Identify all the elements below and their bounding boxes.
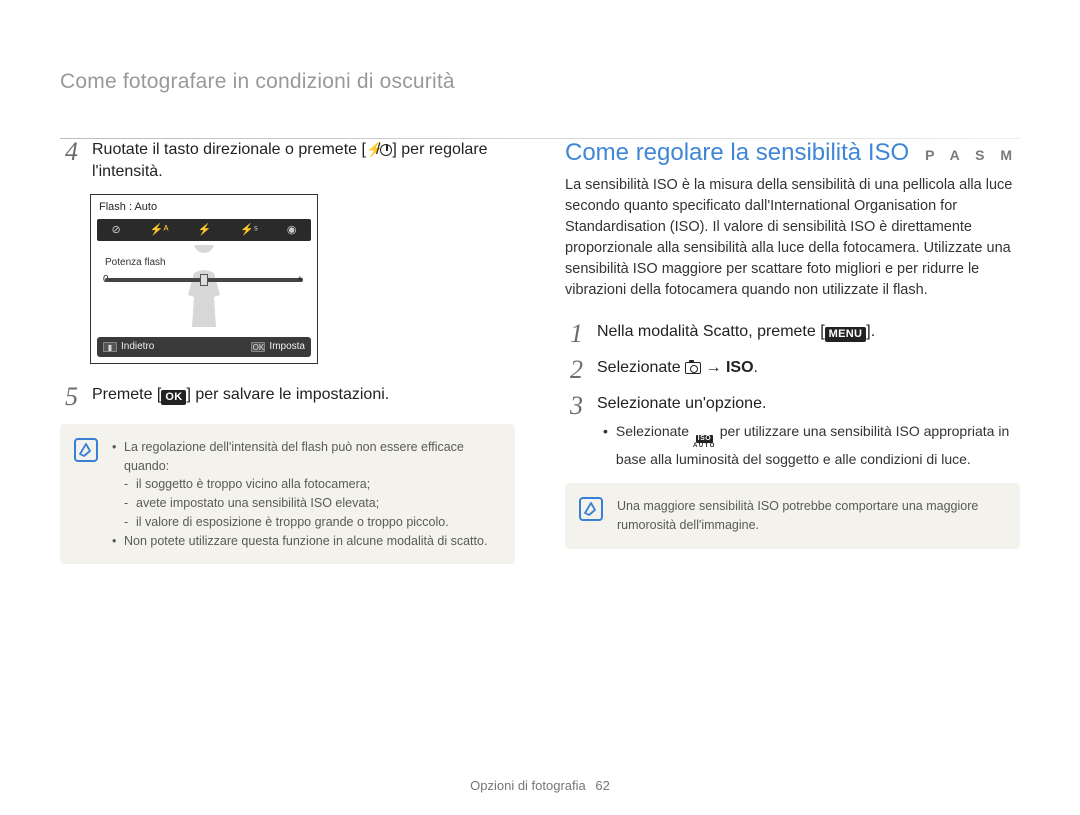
back-icon: ▮ [103, 342, 117, 352]
lcd-back-label: Indietro [121, 341, 154, 352]
mode-indicators: P A S M [925, 147, 1018, 163]
camera-lcd-preview: Flash : Auto ⊘ ⚡ᴬ ⚡ ⚡ˢ ◉ Potenza flash 0… [90, 194, 318, 364]
note-box-right: Una maggiore sensibilità ISO potrebbe co… [565, 483, 1020, 549]
lcd-flash-mode-row: ⊘ ⚡ᴬ ⚡ ⚡ˢ ◉ [97, 219, 311, 241]
note-icon [74, 438, 98, 462]
flash-auto-icon: ⚡ᴬ [150, 223, 169, 236]
page-footer: Opzioni di fotografia 62 [0, 778, 1080, 793]
note-text: Una maggiore sensibilità ISO potrebbe co… [617, 499, 978, 532]
step-5: 5 Premete [OK] per salvare le impostazio… [60, 384, 515, 410]
step-number: 1 [565, 321, 583, 347]
step5-part-b: ] per salvare le impostazioni. [186, 386, 389, 403]
bullet-icon: • [603, 421, 608, 469]
step-number: 2 [565, 357, 583, 383]
lcd-set-label: Imposta [269, 341, 305, 352]
step2-part-a: Selezionate [597, 359, 685, 376]
step-2: 2 Selezionate → ISO. [565, 357, 1020, 383]
slider-knob [200, 274, 208, 286]
step-text: Selezionate → ISO. [597, 357, 758, 379]
iso-auto-icon: ISOAUTO [693, 435, 716, 448]
arrow: → [701, 359, 726, 376]
lcd-bottom-bar: ▮ Indietro OK Imposta [97, 337, 311, 357]
step-number: 3 [565, 393, 583, 419]
note-line: il valore di esposizione è troppo grande… [112, 513, 499, 532]
page-header: Come fotografare in condizioni di oscuri… [60, 70, 1020, 139]
step-text: Premete [OK] per salvare le impostazioni… [92, 384, 389, 406]
footer-section: Opzioni di fotografia [470, 778, 586, 793]
breadcrumb: Come fotografare in condizioni di oscuri… [60, 70, 1020, 100]
lcd-top-label: Flash : Auto [91, 195, 317, 213]
right-column: Come regolare la sensibilità ISO P A S M… [565, 139, 1020, 564]
step-4: 4 Ruotate il tasto direzionale o premete… [60, 139, 515, 184]
flash-slow-icon: ⚡ˢ [240, 223, 257, 236]
left-column: 4 Ruotate il tasto direzionale o premete… [60, 139, 515, 564]
flash-off-icon: ⊘ [112, 223, 121, 236]
step4-part-a: Ruotate il tasto direzionale o premete [ [92, 141, 366, 158]
lcd-back-button: ▮ Indietro [103, 341, 154, 352]
timer-icon [380, 144, 392, 156]
flash-power-slider: 0 + [105, 275, 303, 285]
ok-icon: OK [251, 342, 265, 352]
subject-silhouette [164, 245, 244, 335]
menu-key-icon: MENU [825, 327, 867, 342]
note-line: Non potete utilizzare questa funzione in… [112, 532, 499, 551]
step3-text: Selezionate un'opzione. [597, 395, 766, 412]
step5-part-a: Premete [ [92, 386, 161, 403]
step1-part-b: ]. [866, 323, 875, 340]
step-1: 1 Nella modalità Scatto, premete [MENU]. [565, 321, 1020, 347]
flash-icon: ⚡ [366, 140, 376, 160]
lcd-set-button: OK Imposta [251, 341, 305, 352]
dot: . [754, 359, 758, 376]
note-body: Una maggiore sensibilità ISO potrebbe co… [617, 497, 1004, 535]
step-number: 5 [60, 384, 78, 410]
note-icon [579, 497, 603, 521]
lcd-option-label: Potenza flash [105, 257, 166, 268]
redeye-icon: ◉ [287, 223, 297, 236]
section-title: Come regolare la sensibilità ISO [565, 139, 909, 167]
page-number: 62 [595, 778, 609, 793]
note-line: il soggetto è troppo vicino alla fotocam… [112, 475, 499, 494]
section-paragraph: La sensibilità ISO è la misura della sen… [565, 175, 1020, 301]
note-body: La regolazione dell'intensità del flash … [112, 438, 499, 551]
step3-sub-a: Selezionate [616, 423, 693, 439]
step-text: Selezionate un'opzione. • Selezionate IS… [597, 393, 1020, 469]
note-line: La regolazione dell'intensità del flash … [112, 438, 499, 476]
iso-label: ISO [726, 359, 754, 376]
step-3: 3 Selezionate un'opzione. • Selezionate … [565, 393, 1020, 469]
step-text: Nella modalità Scatto, premete [MENU]. [597, 321, 875, 343]
note-box-left: La regolazione dell'intensità del flash … [60, 424, 515, 565]
note-line: avete impostato una sensibilità ISO elev… [112, 494, 499, 513]
flash-on-icon: ⚡ [198, 223, 212, 236]
step1-part-a: Nella modalità Scatto, premete [ [597, 323, 825, 340]
step-text: Ruotate il tasto direzionale o premete [… [92, 139, 515, 184]
step3-sub: • Selezionate ISOAUTO per utilizzare una… [597, 421, 1020, 469]
camera-icon [685, 362, 701, 374]
step-number: 4 [60, 139, 78, 165]
section-title-row: Come regolare la sensibilità ISO P A S M [565, 139, 1020, 167]
ok-key-icon: OK [161, 390, 186, 405]
page: Come fotografare in condizioni di oscuri… [0, 0, 1080, 815]
content-columns: 4 Ruotate il tasto direzionale o premete… [60, 139, 1020, 564]
slider-max: + [297, 274, 307, 285]
